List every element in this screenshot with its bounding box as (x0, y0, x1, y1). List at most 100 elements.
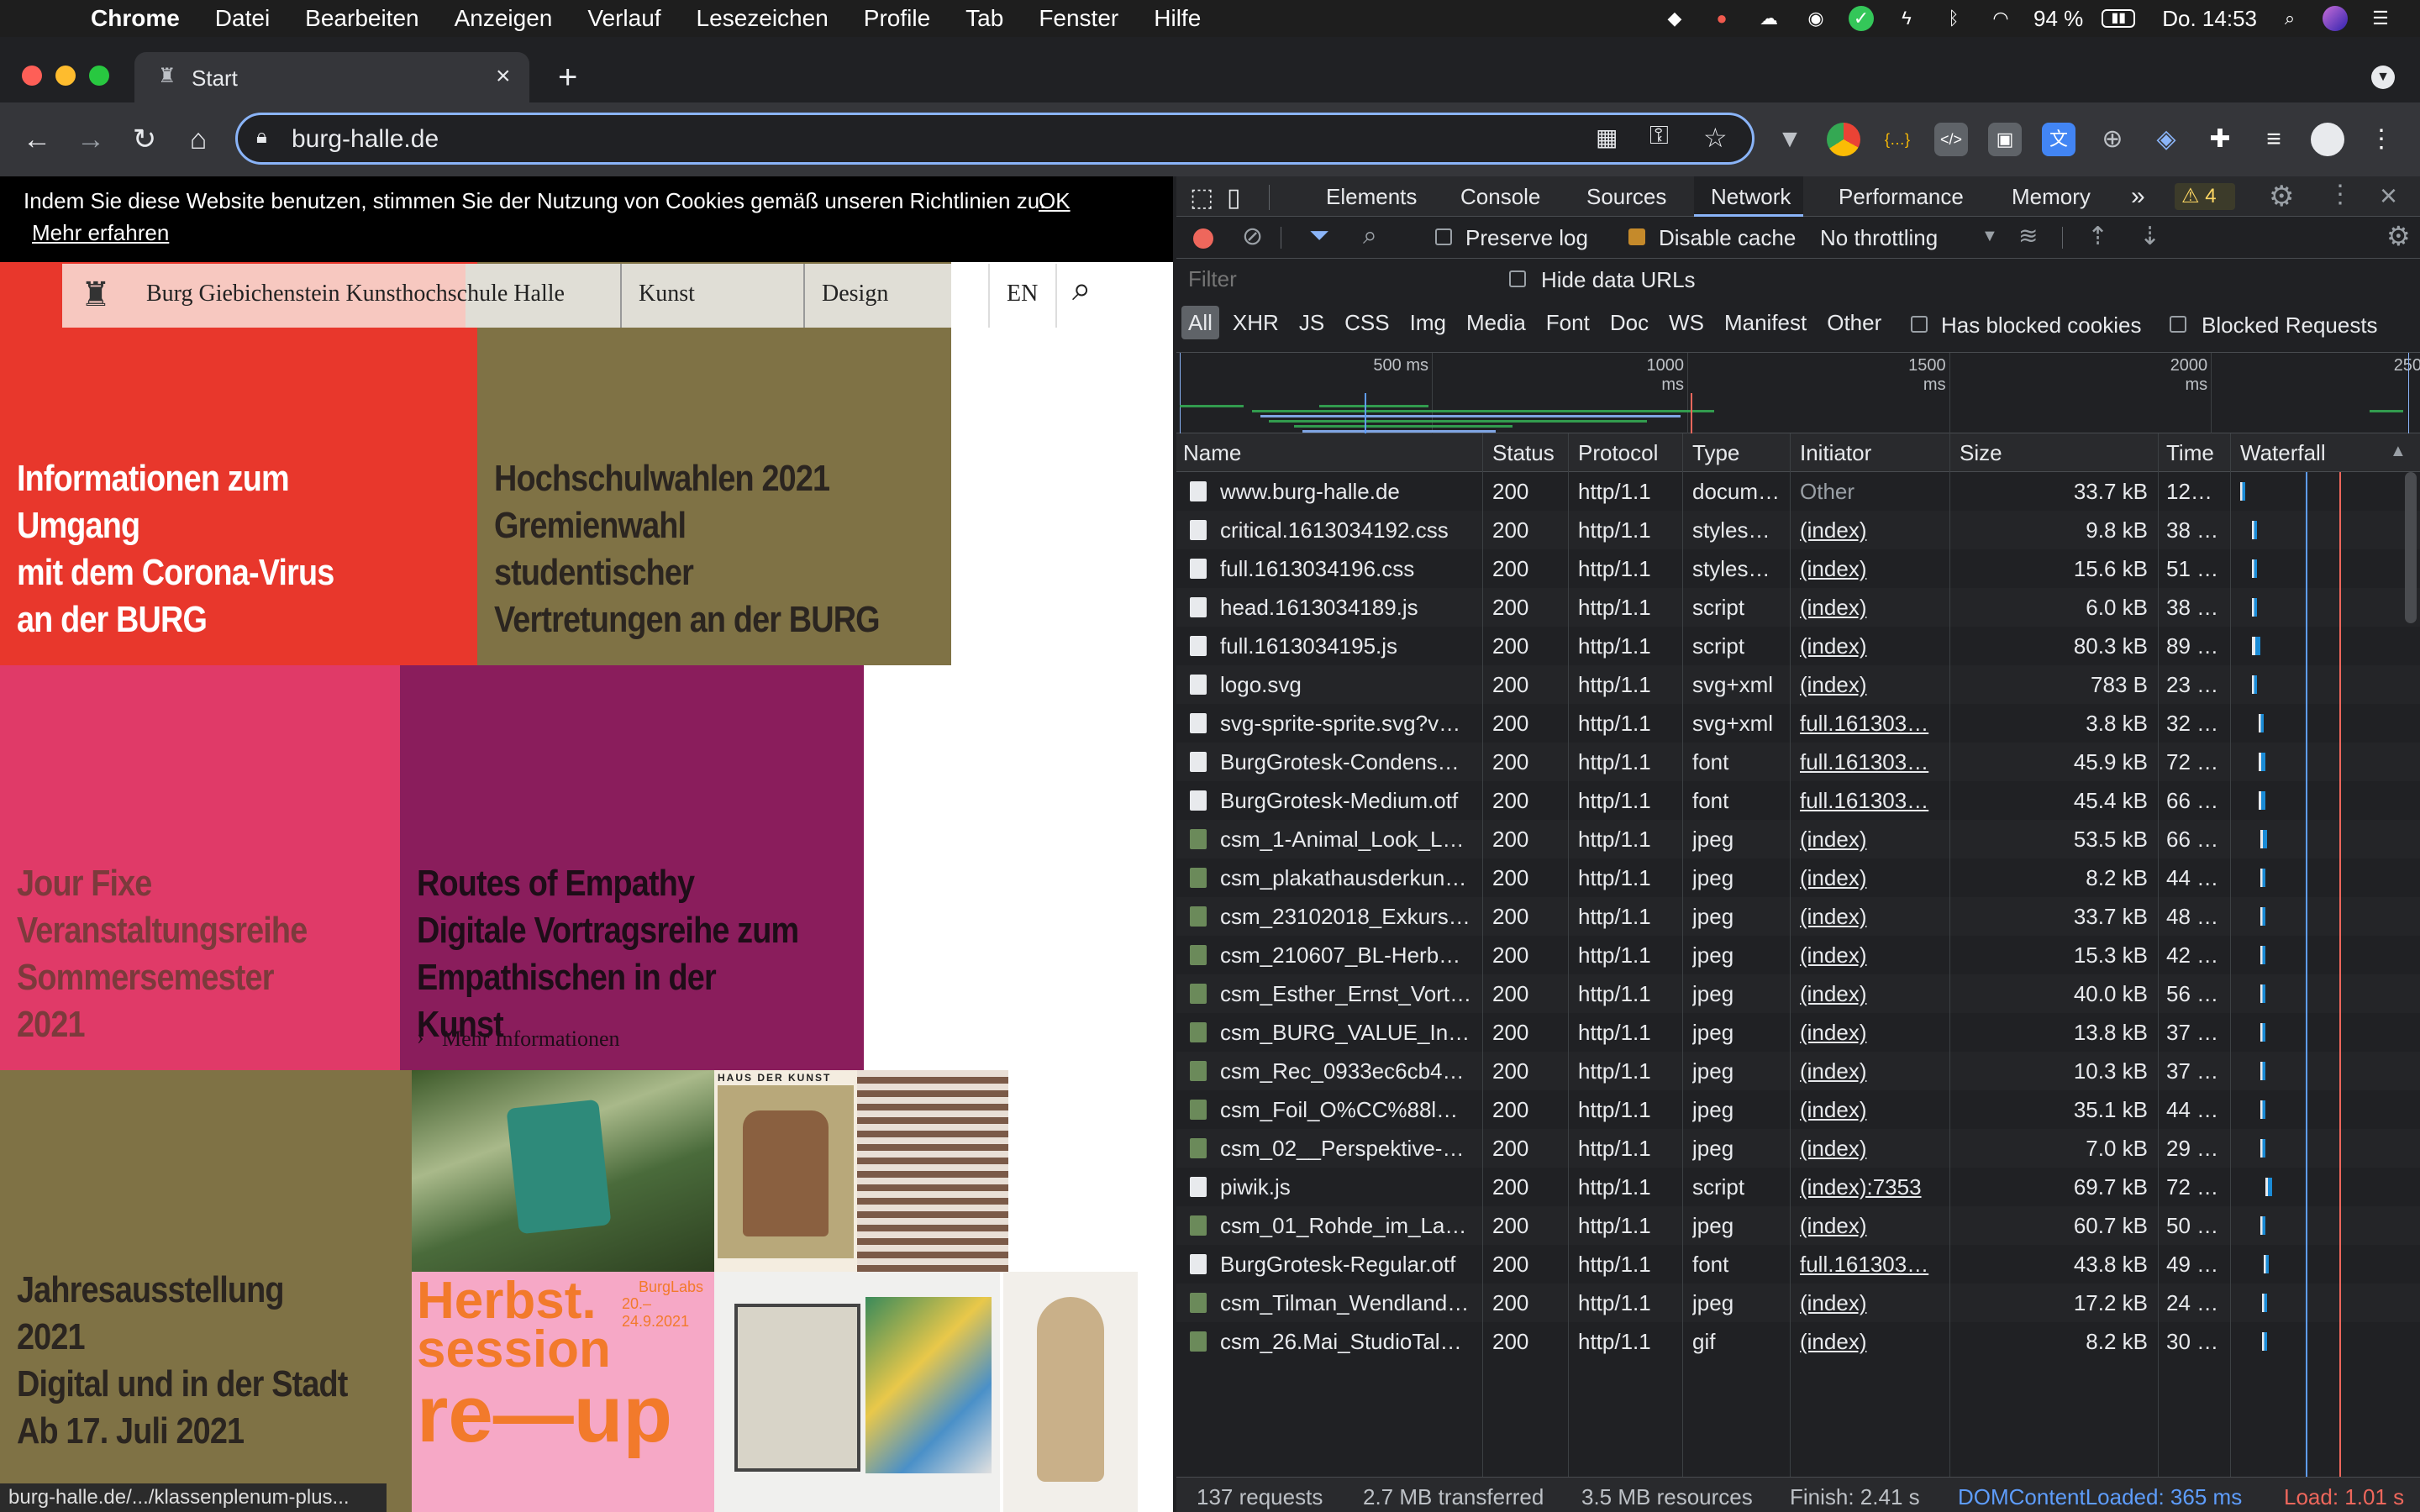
hide-data-urls-checkbox[interactable] (1509, 270, 1526, 287)
json-extension-icon[interactable]: {…} (1881, 123, 1914, 156)
menu-item-tab[interactable]: Tab (965, 5, 1003, 32)
color-picker-extension-icon[interactable] (1827, 123, 1860, 156)
type-filter-other[interactable]: Other (1820, 306, 1888, 339)
cell-initiator[interactable]: (index) (1800, 897, 1948, 936)
browser-tab[interactable]: ♜ Start × (134, 52, 529, 102)
export-har-icon[interactable]: ⇣ (2139, 222, 2160, 251)
request-row[interactable]: head.1613034189.js 200 http/1.1 script (inde… (1176, 588, 2420, 627)
more-tabs-icon[interactable]: » (2131, 176, 2145, 217)
request-row[interactable]: csm_210607_BL-Herb… 200 http/1.1 jpeg (index… (1176, 936, 2420, 974)
cell-initiator[interactable]: (index) (1800, 1206, 1948, 1245)
key-icon[interactable]: ⚿ (1649, 122, 1669, 150)
col-time[interactable]: Time (2166, 440, 2214, 466)
menu-item-hilfe[interactable]: Hilfe (1154, 5, 1201, 32)
tab-console[interactable]: Console (1460, 176, 1540, 217)
reload-icon[interactable]: ↻ (124, 119, 165, 160)
type-filter-manifest[interactable]: Manifest (1718, 306, 1813, 339)
tile-empathy[interactable]: Routes of Empathy Digitale Vortragsreihe… (400, 665, 864, 1070)
tab-sources[interactable]: Sources (1586, 176, 1666, 217)
cell-initiator[interactable]: full.161303… (1800, 704, 1948, 743)
tile-jourfixe[interactable]: Jour Fixe Veranstaltungsreihe Sommerseme… (0, 665, 400, 1070)
menu-app-name[interactable]: Chrome (91, 5, 180, 32)
request-row[interactable]: BurgGrotesk-Regular.otf 200 http/1.1 font fu… (1176, 1245, 2420, 1284)
filter-input[interactable] (1181, 264, 1487, 294)
request-row[interactable]: BurgGrotesk-Condens… 200 http/1.1 font full.… (1176, 743, 2420, 781)
dropbox-icon[interactable]: ◆ (1660, 6, 1689, 31)
settings-gear-icon[interactable]: ⚙ (2269, 180, 2294, 213)
burg-logo-icon[interactable]: ♜ (81, 276, 111, 314)
menu-item-bearbeiten[interactable]: Bearbeiten (305, 5, 418, 32)
menu-item-lesezeichen[interactable]: Lesezeichen (697, 5, 829, 32)
col-size[interactable]: Size (1960, 440, 2002, 466)
devtools-menu-icon[interactable]: ⋮ (2328, 180, 2353, 209)
wifi-icon[interactable]: ◠ (1986, 6, 2015, 31)
disable-cache-checkbox[interactable] (1628, 228, 1645, 245)
request-row[interactable]: csm_Esther_Ernst_Vort… 200 http/1.1 jpeg (in… (1176, 974, 2420, 1013)
checkmark-icon[interactable]: ✓ (1848, 6, 1874, 31)
vivaldi-extension-icon[interactable]: ▼ (1773, 123, 1807, 156)
tab-close-icon[interactable]: × (496, 62, 511, 91)
bolt-icon[interactable]: ϟ (1892, 6, 1921, 31)
blocked-requests-checkbox[interactable] (2170, 316, 2186, 333)
overview-selection-edge[interactable] (1180, 353, 1181, 433)
cell-initiator[interactable]: (index) (1800, 858, 1948, 897)
network-settings-gear-icon[interactable]: ⚙ (2386, 220, 2411, 252)
request-row[interactable]: csm_Rec_0933ec6cb4… 200 http/1.1 jpeg (index… (1176, 1052, 2420, 1090)
tile-image-herbstsession[interactable]: Herbst. session re—up BurgLabs 20.–24.9.… (412, 1272, 714, 1512)
request-row[interactable]: csm_plakathausderkun… 200 http/1.1 jpeg (ind… (1176, 858, 2420, 897)
col-waterfall[interactable]: Waterfall (2240, 440, 2326, 466)
cell-initiator[interactable]: full.161303… (1800, 781, 1948, 820)
tab-elements[interactable]: Elements (1326, 176, 1417, 217)
type-filter-font[interactable]: Font (1539, 306, 1597, 339)
request-row[interactable]: csm_26.Mai_StudioTal… 200 http/1.1 gif (inde… (1176, 1322, 2420, 1361)
network-overview-timeline[interactable]: 500 ms 1000 ms 1500 ms 2000 ms 2500 (1176, 353, 2420, 433)
extensions-puzzle-icon[interactable]: ✚ (2203, 123, 2237, 156)
request-row[interactable]: csm_Tilman_Wendland… 200 http/1.1 jpeg (inde… (1176, 1284, 2420, 1322)
device-toolbar-icon[interactable]: ▯ (1227, 183, 1241, 213)
cell-initiator[interactable]: (index) (1800, 1284, 1948, 1322)
request-row[interactable]: csm_02__Perspektive-… 200 http/1.1 jpeg (ind… (1176, 1129, 2420, 1168)
window-zoom-light[interactable] (89, 66, 109, 86)
cell-initiator[interactable]: (index) (1800, 588, 1948, 627)
cell-initiator[interactable]: (index) (1800, 1129, 1948, 1168)
menu-item-verlauf[interactable]: Verlauf (587, 5, 660, 32)
tag-extension-icon[interactable]: ◈ (2149, 123, 2183, 156)
tile-image-hausderkunst[interactable]: HAUS DER KUNST (714, 1070, 857, 1272)
qr-code-icon[interactable]: ▦ (1596, 123, 1618, 151)
col-status[interactable]: Status (1492, 440, 1555, 466)
request-row[interactable]: logo.svg 200 http/1.1 svg+xml (index) 783 B 23… (1176, 665, 2420, 704)
menu-item-anzeigen[interactable]: Anzeigen (455, 5, 553, 32)
type-filter-media[interactable]: Media (1460, 306, 1533, 339)
media-control-icon[interactable]: ≡ (2257, 123, 2291, 156)
overview-selection-edge[interactable] (2408, 353, 2409, 433)
nav-lang-en[interactable]: EN (1007, 281, 1038, 307)
tile-image-fashion[interactable] (1003, 1272, 1138, 1512)
site-search-icon[interactable]: ⌕ (1072, 270, 1091, 308)
empathy-more-link[interactable]: Mehr Informationen (442, 1026, 620, 1052)
type-filter-all[interactable]: All (1181, 306, 1219, 339)
request-row[interactable]: www.burg-halle.de 200 http/1.1 docum… Other 3… (1176, 472, 2420, 511)
preserve-log-checkbox[interactable] (1435, 228, 1452, 245)
translate-extension-icon[interactable]: 文 (2042, 123, 2075, 156)
col-type[interactable]: Type (1692, 440, 1739, 466)
warnings-badge[interactable]: ⚠ 4 (2175, 183, 2235, 210)
cell-initiator[interactable]: full.161303… (1800, 743, 1948, 781)
tab-performance[interactable]: Performance (1839, 176, 1964, 217)
cell-initiator[interactable]: (index) (1800, 627, 1948, 665)
type-filter-img[interactable]: Img (1403, 306, 1453, 339)
request-row[interactable]: csm_23102018_Exkurs… 200 http/1.1 jpeg (inde… (1176, 897, 2420, 936)
window-minimize-light[interactable] (55, 66, 76, 86)
menubar-clock[interactable]: Do. 14:53 (2162, 6, 2257, 32)
has-blocked-cookies-checkbox[interactable] (1911, 316, 1928, 333)
window-close-light[interactable] (22, 66, 42, 86)
control-center-icon[interactable]: ☰ (2366, 6, 2395, 31)
type-filter-xhr[interactable]: XHR (1226, 306, 1286, 339)
request-row[interactable]: csm_1-Animal_Look_L… 200 http/1.1 jpeg (inde… (1176, 820, 2420, 858)
new-tab-icon[interactable]: + (558, 59, 577, 97)
cell-initiator[interactable]: (index) (1800, 511, 1948, 549)
cell-initiator[interactable]: (index) (1800, 1090, 1948, 1129)
cell-initiator[interactable]: (index) (1800, 820, 1948, 858)
tile-jahresausstellung[interactable]: Jahresausstellung 2021 Digital und in de… (0, 1070, 412, 1512)
cell-initiator[interactable]: (index):7353 (1800, 1168, 1948, 1206)
filter-funnel-icon[interactable]: ⏷ (1309, 222, 1329, 250)
